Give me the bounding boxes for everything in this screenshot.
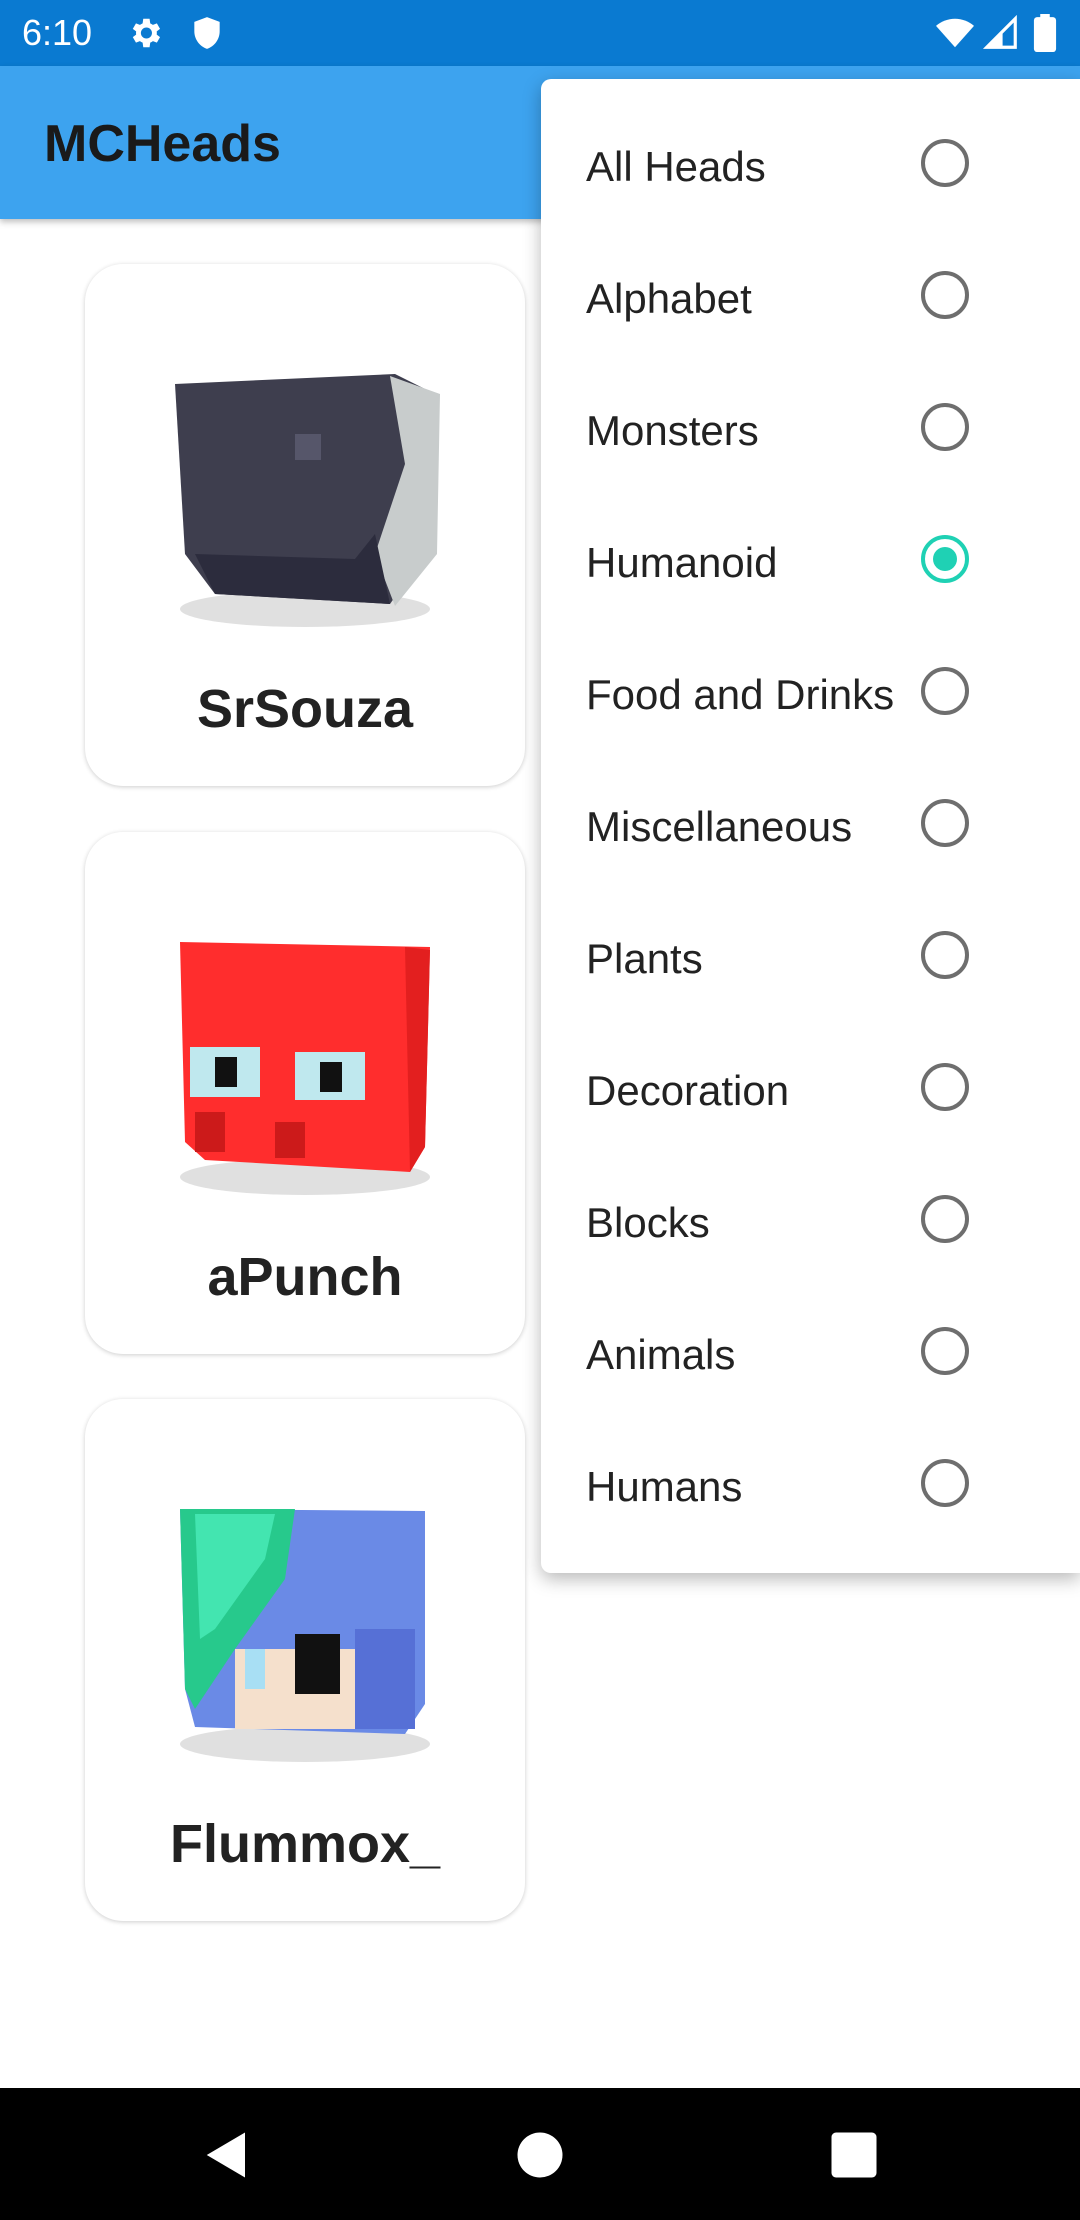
head-card[interactable]: Flummox_ (85, 1399, 525, 1921)
wifi-icon (936, 18, 974, 48)
menu-item-label: Miscellaneous (586, 803, 853, 850)
head-name: aPunch (207, 1247, 403, 1307)
radio-button[interactable] (921, 1459, 969, 1507)
menu-item-animals[interactable]: Animals (541, 1289, 1080, 1421)
head-image (180, 942, 430, 1195)
menu-item-miscellaneous[interactable]: Miscellaneous (541, 761, 1080, 893)
menu-item-label: Monsters (586, 407, 759, 454)
menu-item-humans[interactable]: Humans (541, 1421, 1080, 1553)
home-icon[interactable] (513, 2128, 567, 2182)
menu-item-label: Decoration (586, 1067, 790, 1114)
recents-icon[interactable] (827, 2128, 881, 2182)
status-time: 6:10 (22, 12, 93, 53)
head-card[interactable]: SrSouza (85, 264, 525, 786)
menu-item-decoration[interactable]: Decoration (541, 1025, 1080, 1157)
head-image (180, 1509, 430, 1762)
gear-icon (132, 18, 161, 48)
menu-item-label: Humans (586, 1463, 743, 1510)
radio-button[interactable] (921, 1327, 969, 1375)
radio-button[interactable] (921, 931, 969, 979)
radio-button[interactable] (921, 403, 969, 451)
radio-button[interactable] (921, 271, 969, 319)
menu-item-label: Animals (586, 1331, 736, 1378)
head-name: SrSouza (196, 679, 414, 739)
radio-button[interactable] (921, 1063, 969, 1111)
back-icon[interactable] (200, 2128, 254, 2182)
menu-item-label: Plants (586, 935, 703, 982)
head-card[interactable]: aPunch (85, 832, 525, 1354)
navigation-bar (0, 2088, 1080, 2220)
menu-item-plants[interactable]: Plants (541, 893, 1080, 1025)
status-bar: 6:10 (0, 0, 1080, 66)
menu-item-monsters[interactable]: Monsters (541, 365, 1080, 497)
menu-item-label: Blocks (586, 1199, 710, 1246)
menu-item-label: Alphabet (586, 275, 752, 322)
radio-button-selected[interactable] (921, 535, 969, 583)
radio-button[interactable] (921, 139, 969, 187)
menu-item-food-and-drinks[interactable]: Food and Drinks (541, 629, 1080, 761)
shield-icon (194, 17, 220, 49)
radio-button[interactable] (921, 1195, 969, 1243)
head-image (175, 374, 440, 627)
menu-item-blocks[interactable]: Blocks (541, 1157, 1080, 1289)
radio-button[interactable] (921, 667, 969, 715)
app-title: MCHeads (44, 115, 281, 173)
menu-item-all-heads[interactable]: All Heads (541, 101, 1080, 233)
signal-icon (982, 14, 1017, 49)
category-filter-menu: All Heads Alphabet Monsters Humanoid Foo… (541, 79, 1080, 1573)
menu-item-label: All Heads (586, 143, 766, 190)
menu-item-humanoid[interactable]: Humanoid (541, 497, 1080, 629)
battery-icon (1033, 14, 1057, 52)
menu-item-label: Food and Drinks (586, 671, 895, 718)
menu-item-label: Humanoid (586, 539, 778, 586)
radio-button[interactable] (921, 799, 969, 847)
head-name: Flummox_ (169, 1814, 441, 1874)
menu-item-alphabet[interactable]: Alphabet (541, 233, 1080, 365)
